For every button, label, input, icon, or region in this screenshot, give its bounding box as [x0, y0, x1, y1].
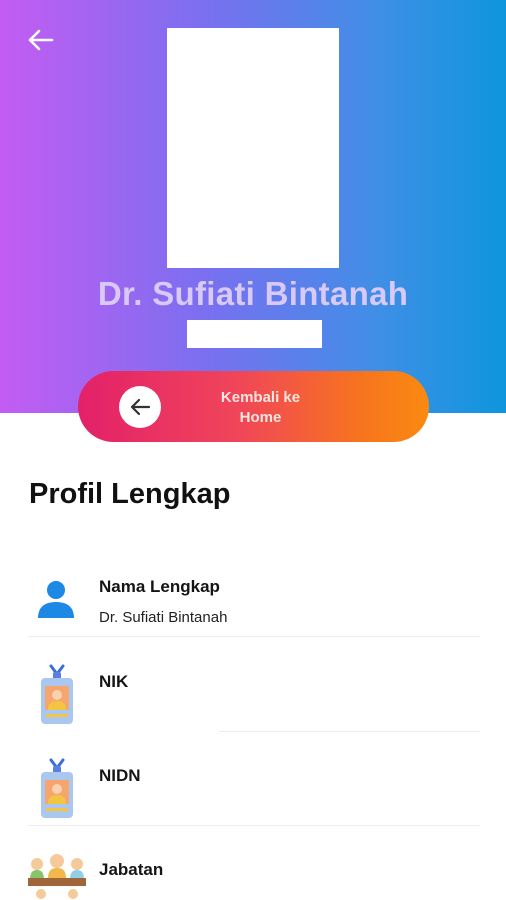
field-label: Nama Lengkap — [99, 577, 220, 596]
back-arrow-icon[interactable] — [26, 28, 54, 52]
section-title: Profil Lengkap — [29, 478, 231, 510]
field-row-nama-lengkap: Nama Lengkap Dr. Sufiati Bintanah — [28, 566, 480, 636]
field-row-nik: NIK — [28, 660, 480, 730]
back-to-home-button[interactable]: Kembali ke Home — [78, 371, 429, 442]
divider — [219, 731, 480, 732]
person-icon — [36, 578, 76, 625]
profile-photo — [167, 28, 339, 268]
field-value: Dr. Sufiati Bintanah — [99, 609, 228, 626]
field-row-jabatan: Jabatan — [28, 850, 480, 900]
divider — [28, 636, 480, 637]
profile-name: Dr. Sufiati Bintanah — [97, 275, 409, 312]
field-label: NIK — [99, 672, 129, 691]
field-label: Jabatan — [99, 860, 164, 879]
back-to-home-label: Kembali ke Home — [220, 389, 301, 426]
arrow-left-icon — [119, 386, 161, 428]
profile-subtitle-placeholder — [187, 320, 322, 348]
group-icon — [28, 852, 86, 900]
field-label: NIDN — [99, 766, 141, 785]
field-row-nidn: NIDN — [28, 754, 480, 824]
divider — [28, 825, 480, 826]
id-card-icon — [38, 758, 76, 825]
profile-header: Dr. Sufiati Bintanah — [0, 0, 506, 413]
id-card-icon — [38, 664, 76, 731]
